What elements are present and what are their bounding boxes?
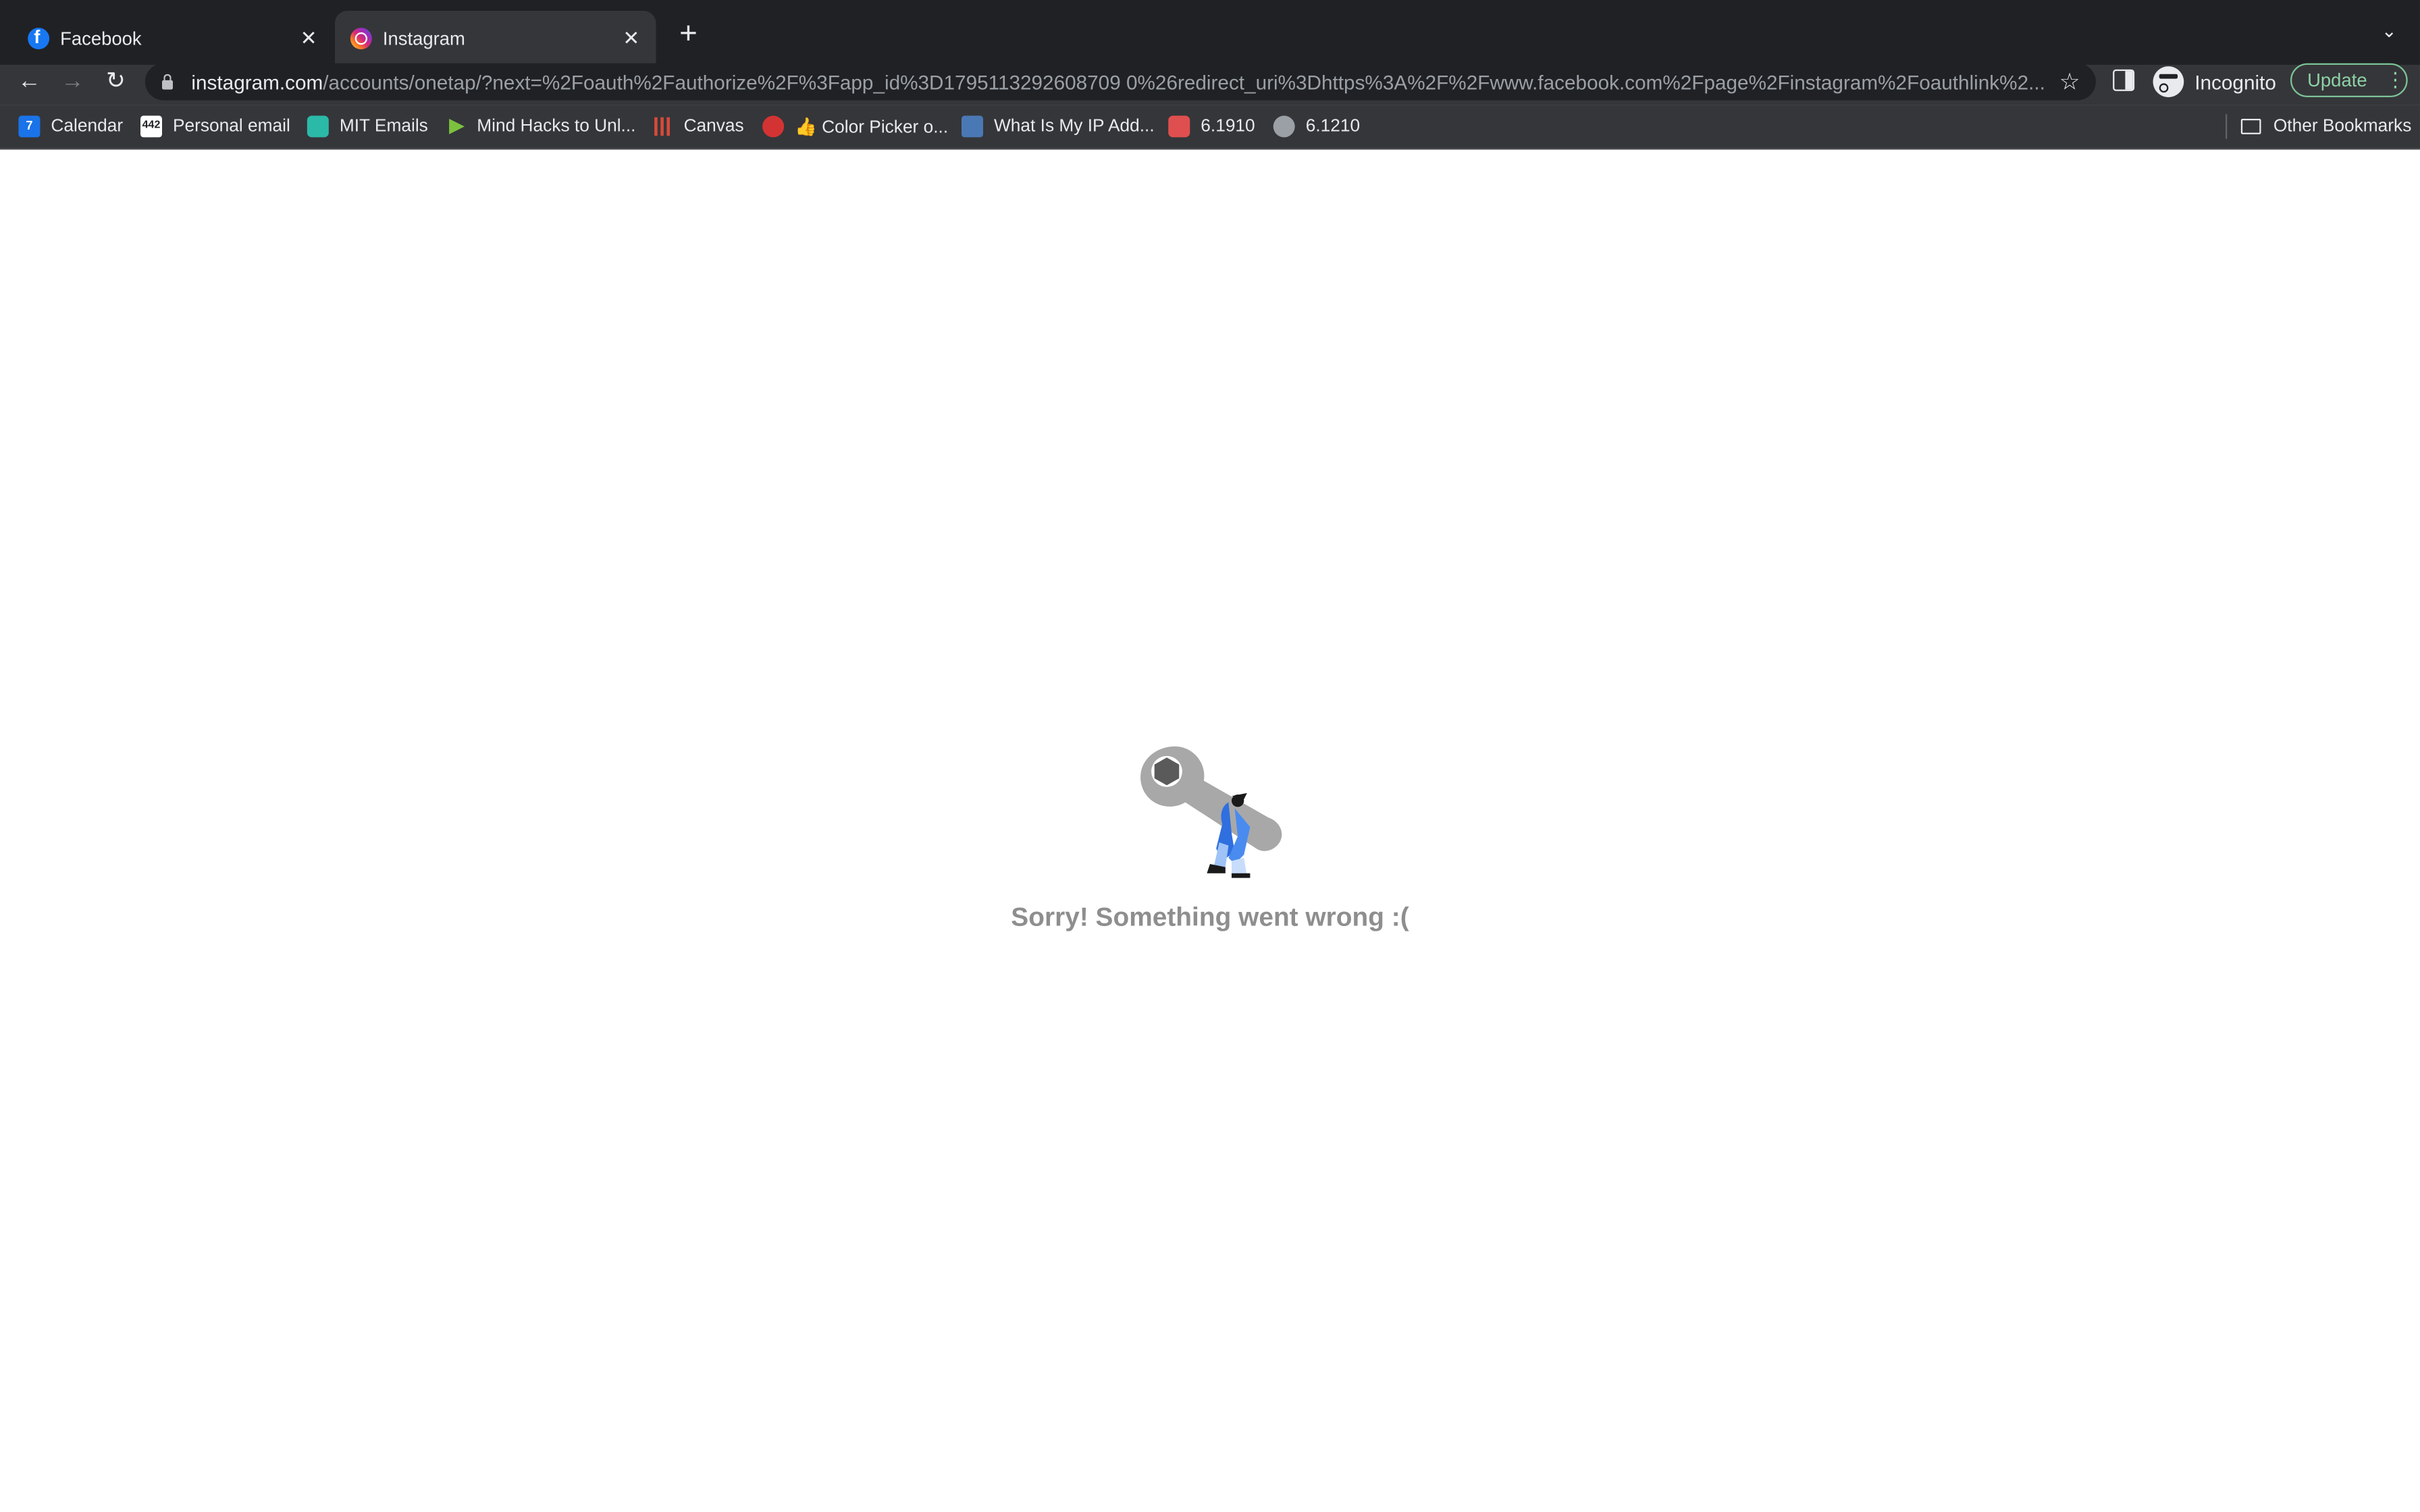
bookmark-label: What Is My IP Add... xyxy=(993,117,1155,136)
calendar-icon xyxy=(18,115,41,138)
bookmarks-bar: Calendar Personal email MIT Emails Mind … xyxy=(0,105,2420,150)
bookmark-label: 6.1210 xyxy=(1305,117,1361,136)
chevron-down-icon[interactable]: ⌄ xyxy=(2377,18,2402,43)
bookmark-6-1910[interactable]: 6.1910 xyxy=(1168,114,1255,139)
tab-facebook[interactable]: Facebook ✕ xyxy=(12,11,333,65)
bookmark-calendar[interactable]: Calendar xyxy=(18,114,123,139)
bookmark-label: Mind Hacks to Unl... xyxy=(477,117,636,136)
incognito-icon xyxy=(2153,66,2184,97)
globe-icon xyxy=(1273,115,1295,138)
bookmark-label: Canvas xyxy=(683,117,744,136)
folder-icon xyxy=(2240,118,2261,134)
url-text[interactable]: instagram.com/accounts/onetap/?next=%2Fo… xyxy=(191,70,2055,93)
side-panel-icon[interactable] xyxy=(2113,69,2135,91)
tab-instagram[interactable]: Instagram ✕ xyxy=(334,10,656,65)
bookmark-star-icon[interactable]: ☆ xyxy=(2056,68,2084,96)
bookmark-canvas[interactable]: Canvas xyxy=(652,114,744,139)
tab-title: Facebook xyxy=(60,26,142,49)
update-label: Update xyxy=(2307,69,2367,91)
url-path: /accounts/onetap/?next=%2Foauth%2Fauthor… xyxy=(323,70,2045,94)
lock-icon[interactable] xyxy=(161,72,176,90)
back-icon[interactable]: ← xyxy=(14,65,45,99)
play-icon xyxy=(444,115,466,137)
canvas-icon xyxy=(652,115,673,137)
error-message: Sorry! Something went wrong :( xyxy=(1011,902,1409,932)
reload-icon[interactable]: ↻ xyxy=(101,65,132,99)
bookmark-mind-hacks[interactable]: Mind Hacks to Unl... xyxy=(444,114,635,139)
new-tab-button[interactable]: + xyxy=(673,18,704,49)
update-button[interactable]: Update ⋮ xyxy=(2290,63,2408,97)
forward-icon[interactable]: → xyxy=(57,65,88,99)
incognito-profile-button[interactable]: Incognito xyxy=(2153,65,2276,99)
bookmarks-divider xyxy=(2225,114,2228,139)
page-content: Sorry! Something went wrong :( xyxy=(0,149,2420,1512)
bookmark-what-is-my-ip[interactable]: What Is My IP Add... xyxy=(961,114,1155,139)
incognito-label: Incognito xyxy=(2194,70,2276,94)
bookmark-label: Calendar xyxy=(51,117,124,136)
url-host: instagram.com xyxy=(191,70,323,94)
other-bookmarks-folder[interactable]: Other Bookmarks xyxy=(2240,114,2412,139)
address-bar[interactable]: instagram.com/accounts/onetap/?next=%2Fo… xyxy=(144,63,2096,101)
bookmark-label: MIT Emails xyxy=(339,117,428,136)
bookmark-label: 6.1910 xyxy=(1201,117,1255,136)
bookmark-mit-emails[interactable]: MIT Emails xyxy=(307,114,428,139)
close-icon[interactable]: ✕ xyxy=(619,26,644,51)
bookmark-label: 👍 Color Picker o... xyxy=(795,118,949,138)
mail-icon xyxy=(140,115,162,138)
mit-icon xyxy=(307,115,329,138)
bookmark-label: Personal email xyxy=(172,117,290,136)
other-bookmarks-label: Other Bookmarks xyxy=(2273,117,2412,136)
color-picker-icon xyxy=(762,115,785,138)
more-menu-icon[interactable]: ⋮ xyxy=(2384,68,2406,93)
browser-window: Facebook ✕ Instagram ✕ + ⌄ ← → ↻ instagr… xyxy=(0,0,2420,1512)
course-icon xyxy=(1168,115,1190,138)
bookmark-personal-email[interactable]: Personal email xyxy=(140,114,290,139)
ip-icon xyxy=(961,115,983,138)
toolbar: ← → ↻ instagram.com/accounts/onetap/?nex… xyxy=(0,63,2420,105)
tab-title: Instagram xyxy=(382,26,465,49)
tab-strip: Facebook ✕ Instagram ✕ + ⌄ xyxy=(0,0,2420,65)
wrench-worker-illustration xyxy=(1140,746,1282,878)
instagram-icon xyxy=(350,26,372,49)
facebook-icon xyxy=(28,26,50,49)
bookmark-color-picker[interactable]: 👍 Color Picker o... xyxy=(762,114,948,139)
close-icon[interactable]: ✕ xyxy=(296,26,321,51)
bookmark-6-1210[interactable]: 6.1210 xyxy=(1273,114,1360,139)
